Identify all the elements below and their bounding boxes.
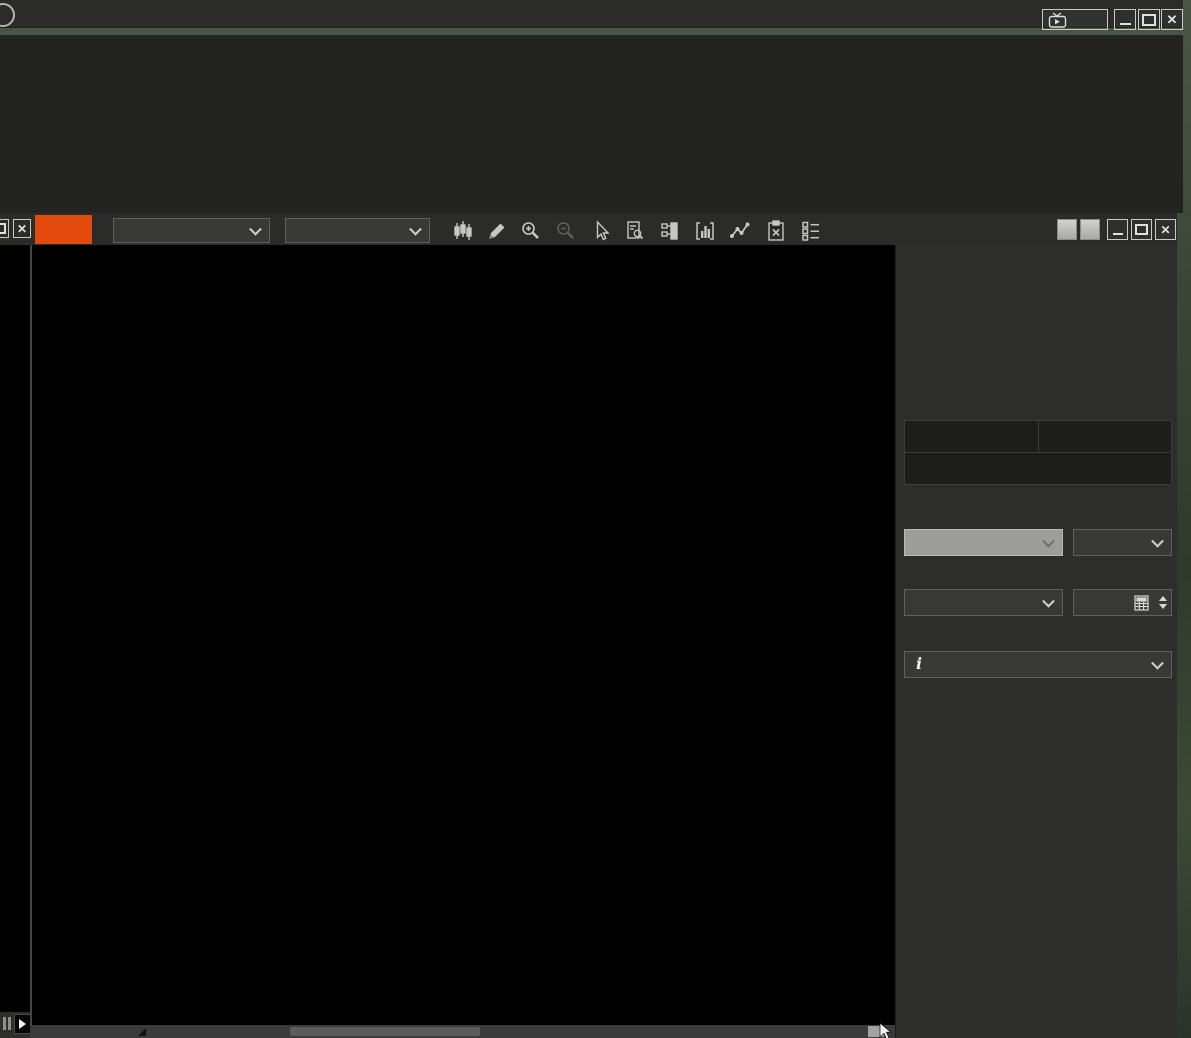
resize-grip <box>138 1028 146 1036</box>
chevron-down-icon <box>409 222 422 235</box>
chart-minimize-button[interactable] <box>1107 219 1128 240</box>
info-icon: i <box>916 654 922 673</box>
ninjatrader-desktop: ✕ ✕ <box>0 0 1191 1038</box>
account-select[interactable] <box>904 589 1063 616</box>
drawing-line-icon[interactable] <box>727 219 753 243</box>
background-close-button[interactable]: ✕ <box>13 219 31 238</box>
close-button[interactable]: ✕ <box>1161 9 1183 30</box>
drawing-pencil-icon[interactable] <box>484 219 510 243</box>
chevron-down-icon <box>249 222 262 235</box>
chart-toolbar-blank-button[interactable] <box>1080 219 1100 240</box>
calculator-icon[interactable] <box>1134 595 1149 611</box>
chart-restore-button[interactable] <box>1131 219 1152 240</box>
background-window-controls: ✕ <box>0 213 33 245</box>
position-tab-entry[interactable] <box>1038 420 1172 453</box>
chevron-down-icon <box>1042 534 1055 547</box>
minimize-button[interactable] <box>1114 9 1136 30</box>
data-box-icon[interactable] <box>622 219 648 243</box>
chart-interval-select[interactable] <box>285 218 430 243</box>
scrollbar-thumb[interactable] <box>290 1027 480 1036</box>
watch-button[interactable] <box>1042 9 1108 30</box>
atm-strategy-select[interactable]: i <box>904 651 1172 678</box>
chart-plot-container <box>30 245 895 1025</box>
tab-chart[interactable] <box>35 215 92 244</box>
chart-trader-panel: i <box>895 245 1177 1038</box>
background-chart-price-axis <box>0 245 30 1025</box>
maximize-button[interactable] <box>1138 9 1160 30</box>
app-connection-icon <box>0 3 15 27</box>
chart-style-bars-icon[interactable] <box>450 219 476 243</box>
mouse-cursor-icon <box>879 1022 894 1038</box>
zoom-out-icon[interactable] <box>553 219 579 243</box>
chart-instrument-select[interactable] <box>113 218 270 243</box>
pause-bars-icon <box>8 1017 11 1030</box>
account-summary-table <box>0 35 1183 213</box>
main-titlebar <box>0 0 1183 28</box>
order-qty-input[interactable] <box>1073 589 1172 616</box>
instrument-select[interactable] <box>904 529 1063 556</box>
play-button[interactable] <box>14 1014 31 1034</box>
background-chart-bottom-bar <box>0 1012 30 1038</box>
position-tab-flat[interactable] <box>904 420 1039 453</box>
tif-select[interactable] <box>1073 529 1172 556</box>
chart-close-button[interactable]: ✕ <box>1155 219 1176 240</box>
cursor-pointer-icon[interactable] <box>587 219 613 243</box>
zoom-in-icon[interactable] <box>518 219 544 243</box>
chart-toolbar-blank-button[interactable] <box>1057 219 1077 240</box>
chevron-down-icon <box>1151 534 1164 547</box>
background-maximize-button[interactable] <box>0 219 9 238</box>
strategies-icon[interactable] <box>763 219 789 243</box>
chevron-down-icon <box>1151 656 1164 669</box>
price-chart[interactable] <box>32 245 895 1025</box>
chart-trader-panel-icon[interactable] <box>657 219 683 243</box>
objects-list-icon[interactable] <box>798 219 824 243</box>
indicators-icon[interactable] <box>692 219 718 243</box>
pause-bars-icon <box>3 1017 6 1030</box>
chevron-down-icon <box>1042 594 1055 607</box>
qty-spinner[interactable] <box>1159 596 1167 609</box>
watch-tv-icon <box>1048 12 1067 28</box>
pnl-tab[interactable] <box>904 452 1172 485</box>
chart-horizontal-scrollbar[interactable] <box>30 1025 895 1038</box>
